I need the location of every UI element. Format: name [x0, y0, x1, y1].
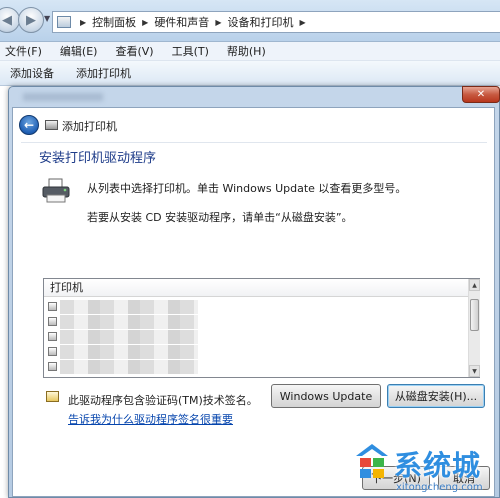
watermark-url: xitongcheng.com	[396, 482, 483, 493]
scroll-thumb[interactable]	[470, 299, 479, 331]
back-button[interactable]: ◀	[0, 7, 20, 33]
address-field[interactable]: ▶ 控制面板 ▶ 硬件和声音 ▶ 设备和打印机 ▶	[52, 11, 500, 33]
menu-edit[interactable]: 编辑(E)	[55, 43, 103, 59]
list-item[interactable]	[46, 314, 466, 329]
breadcrumb-hardware-sound[interactable]: 硬件和声音	[154, 14, 209, 30]
printer-small-icon	[45, 120, 58, 130]
breadcrumb-control-panel[interactable]: 控制面板	[92, 14, 136, 30]
page-heading: 安装打印机驱动程序	[39, 151, 157, 166]
signature-status-text: 此驱动程序包含验证码(TM)技术签名。	[68, 394, 258, 407]
list-item[interactable]	[46, 299, 466, 314]
instruction-text-1: 从列表中选择打印机。单击 Windows Update 以查看更多型号。	[87, 182, 407, 195]
blurred-printer-name	[60, 300, 198, 314]
close-icon: ✕	[476, 89, 486, 100]
chevron-right-icon[interactable]: ▶	[142, 18, 148, 27]
history-dropdown-icon[interactable]: ▼	[44, 14, 50, 23]
chevron-right-icon[interactable]: ▶	[299, 18, 305, 27]
menu-help[interactable]: 帮助(H)	[222, 43, 271, 59]
printer-list-header[interactable]: 打印机	[44, 279, 468, 297]
list-scrollbar[interactable]: ▲ ▼	[468, 279, 480, 377]
blurred-printer-name	[60, 345, 198, 359]
scroll-up-icon[interactable]: ▲	[469, 279, 480, 291]
control-panel-icon	[57, 16, 71, 28]
certificate-icon	[46, 391, 59, 402]
watermark-brand: 系统城	[394, 449, 482, 482]
arrow-left-icon: ◀	[2, 12, 12, 28]
wizard-back-button[interactable]: ←	[19, 115, 39, 135]
breadcrumb-devices-printers[interactable]: 设备和打印机	[227, 14, 293, 30]
printer-item-icon	[48, 362, 57, 371]
menu-file[interactable]: 文件(F)	[0, 43, 47, 59]
menu-view[interactable]: 查看(V)	[110, 43, 158, 59]
printer-icon	[42, 178, 70, 203]
blurred-printer-name	[60, 315, 198, 329]
scroll-down-icon[interactable]: ▼	[469, 365, 480, 377]
windows-update-button[interactable]: Windows Update	[271, 384, 381, 408]
printer-item-icon	[48, 302, 57, 311]
menu-tools[interactable]: 工具(T)	[167, 43, 214, 59]
blurred-printer-name	[60, 360, 198, 374]
watermark-logo-icon	[356, 444, 388, 478]
arrow-left-icon: ←	[23, 118, 35, 132]
signature-info-link[interactable]: 告诉我为什么驱动程序签名很重要	[68, 411, 233, 427]
dialog-title-blurred	[23, 93, 103, 101]
printer-list-rows	[46, 299, 466, 377]
list-item[interactable]	[46, 329, 466, 344]
printer-list[interactable]: 打印机 ▲ ▼	[43, 278, 480, 378]
printer-item-icon	[48, 317, 57, 326]
forward-button[interactable]: ▶	[18, 7, 44, 33]
arrow-right-icon: ▶	[26, 12, 36, 28]
printer-item-icon	[48, 347, 57, 356]
list-item[interactable]	[46, 359, 466, 374]
blurred-printer-name	[60, 330, 198, 344]
add-printer-button[interactable]: 添加打印机	[76, 65, 131, 81]
chevron-right-icon[interactable]: ▶	[215, 18, 221, 27]
printer-item-icon	[48, 332, 57, 341]
address-bar: ◀ ▶ ▼ ▶ 控制面板 ▶ 硬件和声音 ▶ 设备和打印机 ▶	[0, 0, 500, 42]
dialog-body: ← 添加打印机 安装打印机驱动程序 从列表中选择打印机。单击 Windows U…	[12, 107, 495, 497]
add-printer-dialog: ✕ ← 添加打印机 安装打印机驱动程序 从列表中选择打印机。单击 Windows…	[8, 86, 500, 498]
instruction-text-2: 若要从安装 CD 安装驱动程序，请单击“从磁盘安装”。	[87, 211, 353, 224]
have-disk-button[interactable]: 从磁盘安装(H)...	[387, 384, 485, 408]
chevron-right-icon[interactable]: ▶	[80, 18, 86, 27]
add-device-button[interactable]: 添加设备	[10, 65, 54, 81]
command-bar: 添加设备 添加打印机	[0, 61, 500, 86]
menu-bar: 文件(F) 编辑(E) 查看(V) 工具(T) 帮助(H)	[0, 42, 500, 61]
close-button[interactable]: ✕	[462, 86, 500, 103]
wizard-title: 添加打印机	[62, 120, 117, 133]
list-item[interactable]	[46, 344, 466, 359]
